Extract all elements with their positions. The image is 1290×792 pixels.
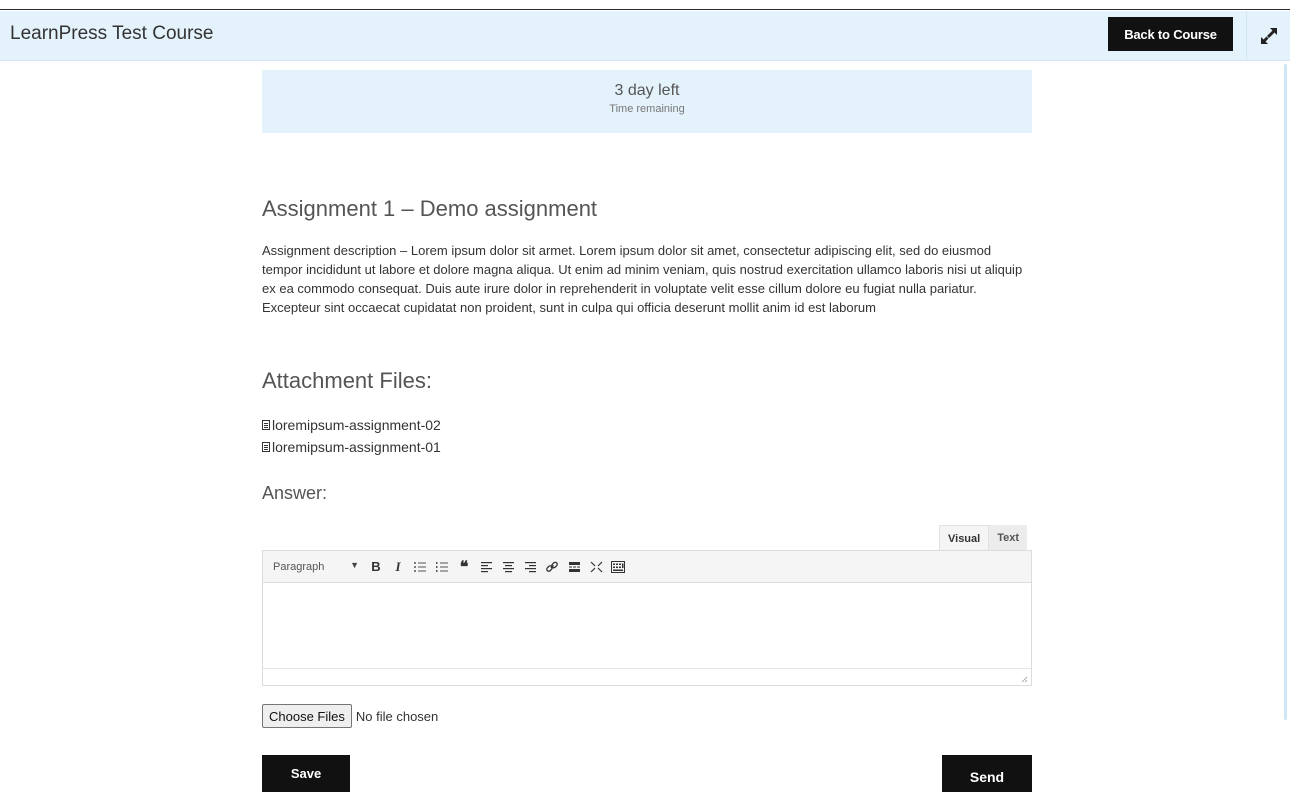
time-left-value: 3 day left <box>614 82 680 99</box>
editor-content-area[interactable] <box>263 583 1031 669</box>
editor-toolbar: Paragraph ▼ B I ❝ <box>263 551 1031 583</box>
file-upload: Choose Files No file chosen <box>262 704 438 728</box>
bold-icon[interactable]: B <box>365 556 387 578</box>
bulleted-list-icon[interactable] <box>409 556 431 578</box>
resize-grip-icon[interactable] <box>1021 676 1028 683</box>
assignment-title: Assignment 1 – Demo assignment <box>262 196 598 221</box>
send-button[interactable]: Send <box>942 755 1032 792</box>
time-remaining-label: Time remaining <box>609 103 685 115</box>
course-title: LearnPress Test Course <box>10 23 214 44</box>
attachment-list: loremipsum-assignment-02 loremipsum-assi… <box>262 414 441 458</box>
numbered-list-icon[interactable] <box>431 556 453 578</box>
choose-files-button[interactable]: Choose Files <box>262 704 352 728</box>
document-icon <box>262 420 270 430</box>
align-left-icon[interactable] <box>475 556 497 578</box>
file-status: No file chosen <box>355 708 439 724</box>
scrollbar[interactable] <box>1284 64 1287 720</box>
attachment-link[interactable]: loremipsum-assignment-02 <box>272 414 441 436</box>
attachment-item[interactable]: loremipsum-assignment-02 <box>262 414 441 436</box>
document-icon <box>262 442 270 452</box>
course-header: LearnPress Test Course Back to Course <box>0 11 1290 61</box>
toolbar-toggle-icon[interactable] <box>607 556 629 578</box>
answer-heading: Answer: <box>262 483 328 503</box>
answer-editor: Paragraph ▼ B I ❝ <box>262 550 1032 686</box>
align-right-icon[interactable] <box>519 556 541 578</box>
back-to-course-button[interactable]: Back to Course <box>1108 17 1233 51</box>
format-select[interactable]: Paragraph ▼ <box>267 557 365 577</box>
time-remaining-box: 3 day left Time remaining <box>262 70 1032 133</box>
format-select-value: Paragraph <box>273 560 325 573</box>
italic-icon[interactable]: I <box>387 556 409 578</box>
tab-text[interactable]: Text <box>989 525 1028 551</box>
tab-visual[interactable]: Visual <box>939 525 990 551</box>
expand-icon <box>1260 28 1277 44</box>
link-icon[interactable] <box>541 556 563 578</box>
attachment-link[interactable]: loremipsum-assignment-01 <box>272 436 441 458</box>
chevron-down-icon: ▼ <box>350 559 359 570</box>
attachment-heading: Attachment Files: <box>262 368 432 393</box>
editor-tabs: Visual Text <box>939 525 1028 551</box>
read-more-icon[interactable] <box>563 556 585 578</box>
fullscreen-icon[interactable] <box>585 556 607 578</box>
fullscreen-toggle[interactable] <box>1246 11 1290 61</box>
attachment-item[interactable]: loremipsum-assignment-01 <box>262 436 441 458</box>
align-center-icon[interactable] <box>497 556 519 578</box>
editor-statusbar <box>263 669 1031 685</box>
save-button[interactable]: Save <box>262 755 350 792</box>
assignment-description: Assignment description – Lorem ipsum dol… <box>262 243 1023 315</box>
top-border <box>0 0 1290 10</box>
blockquote-icon[interactable]: ❝ <box>453 556 475 578</box>
